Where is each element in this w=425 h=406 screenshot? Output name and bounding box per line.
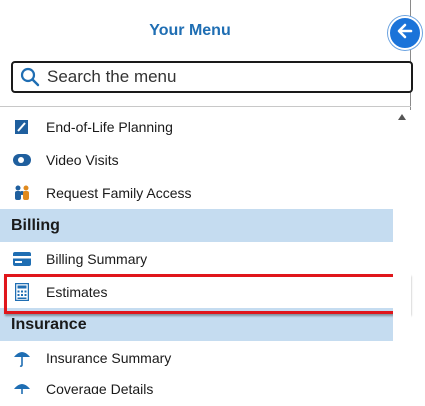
menu-panel: Your Menu End-of-Life Planni <box>0 0 425 406</box>
menu-item-end-of-life-planning[interactable]: End-of-Life Planning <box>0 110 393 143</box>
umbrella-icon <box>12 380 32 394</box>
menu-item-label: Request Family Access <box>46 184 192 201</box>
menu-item-label: Billing Summary <box>46 250 148 267</box>
scroll-up-arrow-icon[interactable] <box>398 114 406 120</box>
menu-item-video-visits[interactable]: Video Visits <box>0 143 393 176</box>
search-input[interactable] <box>47 67 387 87</box>
menu-item-billing-summary[interactable]: Billing Summary <box>0 242 393 275</box>
section-header-billing: Billing <box>0 209 393 242</box>
menu-item-request-family-access[interactable]: Request Family Access <box>0 176 393 209</box>
search-icon <box>19 66 41 88</box>
family-icon <box>12 183 32 203</box>
menu-item-estimates[interactable]: Estimates <box>0 274 410 314</box>
menu-item-label: Video Visits <box>46 151 119 168</box>
menu-item-label: Insurance Summary <box>46 349 172 366</box>
menu-item-insurance-summary[interactable]: Insurance Summary <box>0 341 393 374</box>
back-button[interactable] <box>388 16 422 50</box>
arrow-left-icon <box>395 21 415 46</box>
umbrella-icon <box>12 348 32 368</box>
menu-list: End-of-Life Planning Video Visits Reques… <box>0 110 410 394</box>
divider <box>0 106 411 107</box>
menu-title: Your Menu <box>149 22 231 39</box>
scrollbar[interactable] <box>393 110 411 406</box>
menu-item-label: Coverage Details <box>46 381 154 394</box>
notebook-icon <box>12 117 32 137</box>
menu-item-coverage-details[interactable]: Coverage Details <box>0 374 393 394</box>
credit-card-icon <box>12 249 32 269</box>
video-camera-icon <box>12 150 32 170</box>
search-box[interactable] <box>11 61 413 93</box>
menu-item-label: End-of-Life Planning <box>46 118 173 135</box>
calculator-icon <box>12 282 32 302</box>
menu-item-label: Estimates <box>46 283 108 300</box>
